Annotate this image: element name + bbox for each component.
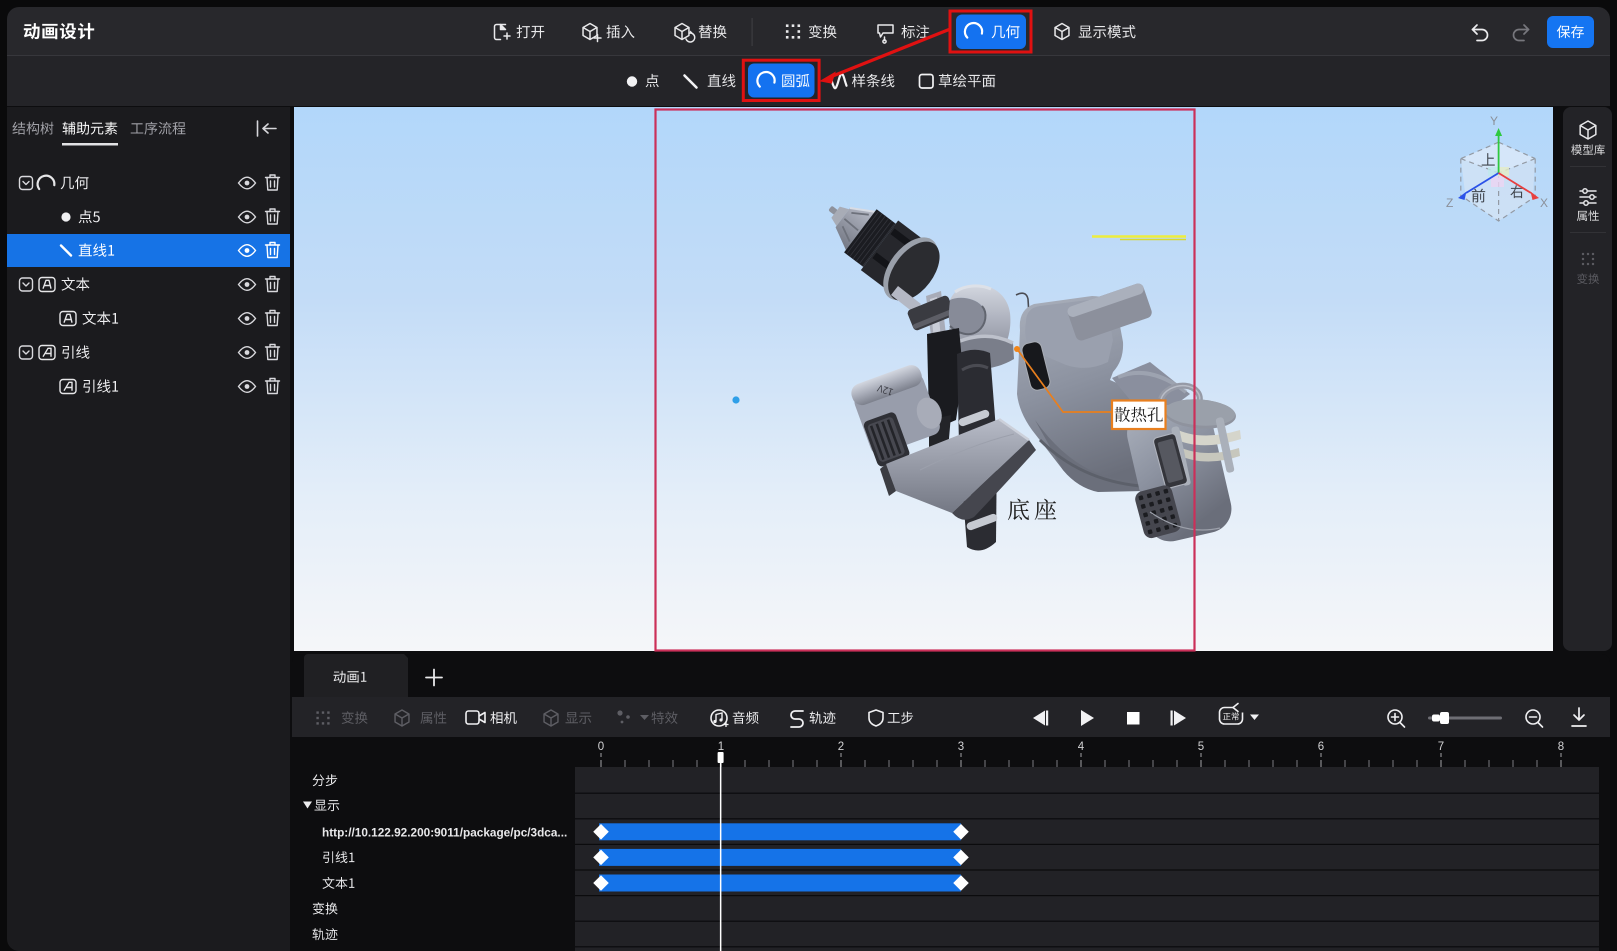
- svg-text:4: 4: [1078, 741, 1085, 753]
- svg-text:X: X: [1540, 196, 1548, 210]
- svg-text:1: 1: [718, 741, 724, 753]
- svg-text:2: 2: [838, 741, 844, 753]
- svg-text:3: 3: [958, 741, 964, 753]
- svg-text:8: 8: [1558, 741, 1564, 753]
- svg-text:7: 7: [1438, 741, 1444, 753]
- svg-text:Y: Y: [1490, 114, 1498, 128]
- svg-text:5: 5: [1198, 741, 1204, 753]
- svg-text:0: 0: [598, 741, 604, 753]
- svg-text:Z: Z: [1446, 196, 1453, 210]
- svg-text:http://10.122.92.200:9011/pack: http://10.122.92.200:9011/package/pc/3dc…: [322, 826, 567, 840]
- svg-text:6: 6: [1318, 741, 1324, 753]
